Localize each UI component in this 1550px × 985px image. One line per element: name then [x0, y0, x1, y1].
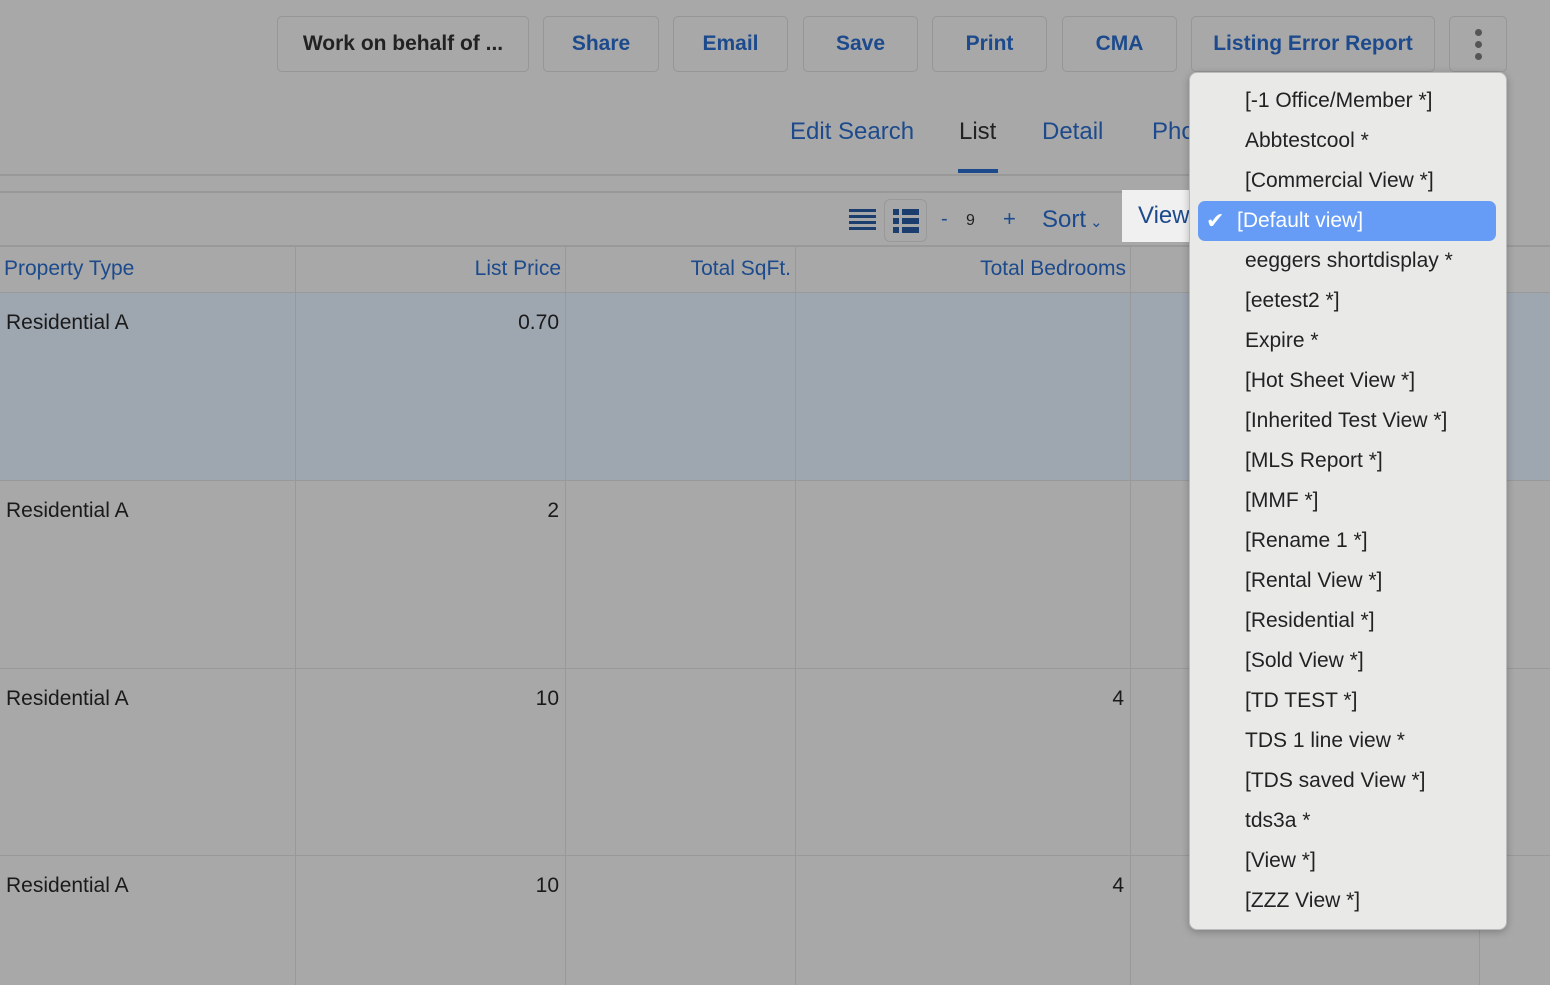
- view-option[interactable]: tds3a *: [1198, 801, 1496, 841]
- chevron-down-icon: ⌄: [1090, 214, 1103, 231]
- table-cell: [796, 481, 1131, 668]
- increase-button[interactable]: +: [1003, 206, 1016, 232]
- view-option-label: [ZZZ View *]: [1245, 889, 1361, 912]
- view-option[interactable]: [eetest2 *]: [1198, 281, 1496, 321]
- table-cell: 10: [296, 856, 566, 985]
- table-cell: [566, 293, 796, 480]
- table-cell: 2: [296, 481, 566, 668]
- listing-error-report-button[interactable]: Listing Error Report: [1191, 16, 1435, 72]
- column-header-property-type[interactable]: Property Type: [0, 246, 296, 292]
- view-option[interactable]: [-1 Office/Member *]: [1198, 81, 1496, 121]
- column-header-total-sqft[interactable]: Total SqFt.: [566, 246, 796, 292]
- view-option-label: eeggers shortdisplay *: [1245, 249, 1453, 272]
- view-option-label: [TDS saved View *]: [1245, 769, 1426, 792]
- vertical-ellipsis-icon: [1474, 28, 1482, 60]
- table-cell: [566, 481, 796, 668]
- view-option[interactable]: [Commercial View *]: [1198, 161, 1496, 201]
- table-cell: 4: [796, 856, 1131, 985]
- view-option[interactable]: [Inherited Test View *]: [1198, 401, 1496, 441]
- view-option-label: [Default view]: [1237, 209, 1364, 232]
- view-option-label: [MLS Report *]: [1245, 449, 1383, 472]
- view-option-label: [MMF *]: [1245, 489, 1319, 512]
- view-option-label: Expire *: [1245, 329, 1319, 352]
- active-tab-underline: [958, 169, 998, 173]
- view-option[interactable]: Expire *: [1198, 321, 1496, 361]
- tab-detail[interactable]: Detail: [1042, 118, 1103, 146]
- print-button[interactable]: Print: [932, 16, 1047, 72]
- save-button[interactable]: Save: [803, 16, 918, 72]
- table-cell: Residential A: [0, 293, 296, 480]
- divider: [0, 191, 1190, 193]
- view-option-label: [Sold View *]: [1245, 649, 1364, 672]
- view-option[interactable]: Abbtestcool *: [1198, 121, 1496, 161]
- list-view-button[interactable]: [849, 209, 876, 231]
- thumbnail-list-icon: [892, 208, 919, 233]
- table-cell: Residential A: [0, 856, 296, 985]
- table-cell: [796, 293, 1131, 480]
- view-option[interactable]: [Residential *]: [1198, 601, 1496, 641]
- view-option[interactable]: [Rental View *]: [1198, 561, 1496, 601]
- count-value: 9: [966, 212, 975, 229]
- view-option[interactable]: [TDS saved View *]: [1198, 761, 1496, 801]
- view-option-label: TDS 1 line view *: [1245, 729, 1405, 752]
- table-cell: 10: [296, 669, 566, 855]
- work-on-behalf-button[interactable]: Work on behalf of ...: [277, 16, 529, 72]
- tab-list[interactable]: List: [959, 118, 996, 146]
- view-option[interactable]: TDS 1 line view *: [1198, 721, 1496, 761]
- checkmark-icon: ✔: [1206, 208, 1225, 233]
- list-icon: [849, 209, 876, 230]
- view-option-label: [Rental View *]: [1245, 569, 1383, 592]
- detailed-list-view-button[interactable]: [884, 199, 927, 242]
- column-header-total-bedrooms[interactable]: Total Bedrooms: [796, 246, 1131, 292]
- table-cell: Residential A: [0, 669, 296, 855]
- decrease-button[interactable]: -: [941, 208, 948, 231]
- view-option[interactable]: [ZZZ View *]: [1198, 881, 1496, 921]
- cma-button[interactable]: CMA: [1062, 16, 1177, 72]
- table-cell: Residential A: [0, 481, 296, 668]
- more-button[interactable]: [1449, 16, 1507, 72]
- view-option-label: [Inherited Test View *]: [1245, 409, 1448, 432]
- view-option[interactable]: [MLS Report *]: [1198, 441, 1496, 481]
- sort-label: Sort: [1042, 206, 1087, 233]
- view-button[interactable]: View: [1122, 190, 1192, 242]
- divider: [0, 174, 1190, 176]
- column-header-list-price[interactable]: List Price: [296, 246, 566, 292]
- view-option-label: [Rename 1 *]: [1245, 529, 1368, 552]
- view-option[interactable]: [Rename 1 *]: [1198, 521, 1496, 561]
- view-option-label: [-1 Office/Member *]: [1245, 89, 1433, 112]
- table-cell: [566, 856, 796, 985]
- share-button[interactable]: Share: [543, 16, 659, 72]
- view-option-label: [TD TEST *]: [1245, 689, 1358, 712]
- view-option[interactable]: [Hot Sheet View *]: [1198, 361, 1496, 401]
- view-option[interactable]: [TD TEST *]: [1198, 681, 1496, 721]
- view-option-label: [Residential *]: [1245, 609, 1375, 632]
- sort-button[interactable]: Sort ⌄: [1042, 206, 1103, 234]
- view-option-label: [View *]: [1245, 849, 1316, 872]
- table-cell: 4: [796, 669, 1131, 855]
- view-option[interactable]: [View *]: [1198, 841, 1496, 881]
- email-button[interactable]: Email: [673, 16, 788, 72]
- view-option-label: [Hot Sheet View *]: [1245, 369, 1416, 392]
- view-dropdown-menu: [-1 Office/Member *] Abbtestcool * [Commer…: [1189, 72, 1507, 930]
- view-option-label: [Commercial View *]: [1245, 169, 1434, 192]
- table-cell: 0.70: [296, 293, 566, 480]
- view-option[interactable]: eeggers shortdisplay *: [1198, 241, 1496, 281]
- view-option[interactable]: ✔ [Default view]: [1198, 201, 1496, 241]
- tab-edit-search[interactable]: Edit Search: [790, 118, 914, 146]
- view-option-label: [eetest2 *]: [1245, 289, 1340, 312]
- table-cell: [566, 669, 796, 855]
- view-option[interactable]: [MMF *]: [1198, 481, 1496, 521]
- view-option-label: Abbtestcool *: [1245, 129, 1369, 152]
- view-option[interactable]: [Sold View *]: [1198, 641, 1496, 681]
- view-option-label: tds3a *: [1245, 809, 1311, 832]
